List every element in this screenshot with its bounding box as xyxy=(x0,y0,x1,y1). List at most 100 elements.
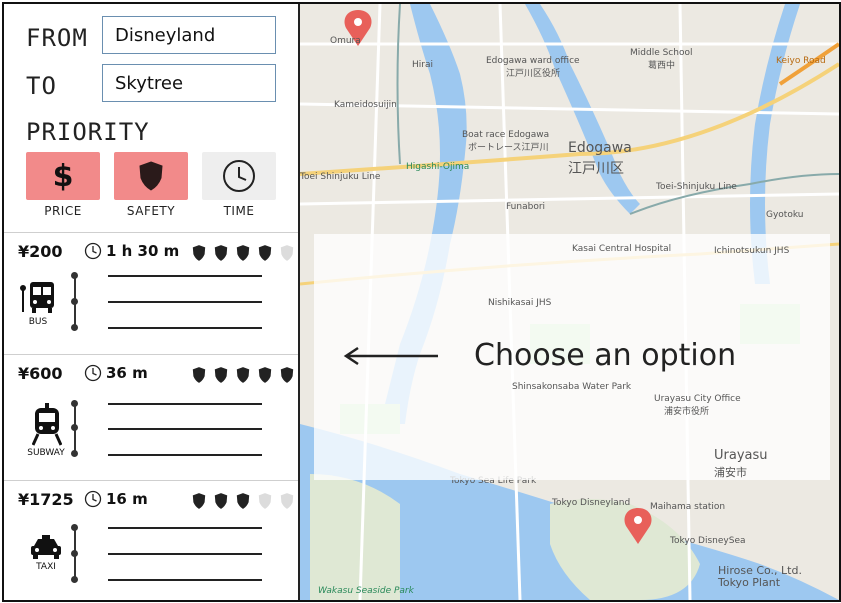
map-label: Urayasu City Office xyxy=(654,394,741,404)
safety-priority-button[interactable] xyxy=(114,152,188,200)
to-field[interactable]: Skytree xyxy=(102,64,276,102)
route-panel: FROM Disneyland TO Skytree PRIORITY $ PR… xyxy=(4,4,300,600)
safety-priority-label: SAFETY xyxy=(126,204,176,218)
option-price: ¥600 xyxy=(18,364,63,383)
map-label: ボートレース江戸川 xyxy=(468,143,549,153)
map-label: Keiyo Road xyxy=(776,56,826,66)
route-step xyxy=(108,275,262,277)
to-label: TO xyxy=(26,72,57,100)
map-label: Tokyo Disneyland xyxy=(552,498,631,508)
map-label: 浦安市 xyxy=(714,466,747,479)
clock-icon xyxy=(84,364,102,382)
clock-icon xyxy=(84,242,102,260)
map-label: Omura xyxy=(330,36,361,46)
route-step xyxy=(108,301,262,303)
map-label: Tokyo Plant xyxy=(718,576,781,589)
option-price: ¥1725 xyxy=(18,490,74,509)
map-label: Shinsakonsaba Water Park xyxy=(512,382,632,392)
map-label: Hirai xyxy=(412,60,433,70)
price-priority-label: PRICE xyxy=(44,204,82,218)
route-step xyxy=(108,579,262,581)
map-label: Maihama station xyxy=(650,502,726,512)
taxi-icon xyxy=(31,535,61,559)
option-time: 16 m xyxy=(84,490,148,508)
bus-icon xyxy=(20,282,54,313)
shield-icon xyxy=(192,367,206,383)
app-frame: FROM Disneyland TO Skytree PRIORITY $ PR… xyxy=(2,2,841,602)
priority-label: PRIORITY xyxy=(26,118,150,146)
map-label: Ichinotsukun JHS xyxy=(714,246,790,256)
divider xyxy=(4,354,298,355)
route-dot xyxy=(71,576,78,583)
map-label: Edogawa xyxy=(568,140,632,156)
option-time: 1 h 30 m xyxy=(84,242,179,260)
map-label: Toei-Shinjuku Line xyxy=(656,182,737,192)
map-label: 葛西中 xyxy=(648,61,676,71)
safety-rating xyxy=(190,492,296,510)
map-label: Higashi-Ojima xyxy=(406,162,470,172)
shield-icon xyxy=(280,245,294,261)
route-dot xyxy=(71,272,78,279)
safety-rating xyxy=(190,244,296,262)
route-step xyxy=(108,428,262,430)
price-priority-button[interactable]: $ xyxy=(26,152,100,200)
map-label: Boat race Edogawa xyxy=(462,130,550,140)
map-label: Wakasu Seaside Park xyxy=(318,586,414,596)
divider xyxy=(4,232,298,233)
shield-icon xyxy=(214,245,228,261)
route-dot xyxy=(71,424,78,431)
route-dot xyxy=(71,524,78,531)
shield-icon xyxy=(258,493,272,509)
route-step xyxy=(108,327,262,329)
route-dot xyxy=(71,450,78,457)
map-label: 浦安市役所 xyxy=(664,407,710,417)
time-priority-label: TIME xyxy=(223,204,255,218)
map-label: Urayasu xyxy=(714,448,768,463)
subway-icon xyxy=(32,403,62,446)
arrow-left-icon xyxy=(343,346,438,366)
map-label: Kasai Central Hospital xyxy=(572,244,672,254)
map-label: Gyotoku xyxy=(766,210,804,220)
shield-icon xyxy=(236,367,250,383)
shield-icon xyxy=(236,245,250,261)
clock-icon xyxy=(223,160,255,192)
option-time: 36 m xyxy=(84,364,148,382)
map-label: Tokyo DisneySea xyxy=(670,536,746,546)
map-label: Edogawa ward office xyxy=(486,56,580,66)
route-dot xyxy=(71,324,78,331)
route-dot xyxy=(71,298,78,305)
dollar-icon: $ xyxy=(52,158,74,194)
shield-icon xyxy=(139,161,163,191)
from-field[interactable]: Disneyland xyxy=(102,16,276,54)
map-label: Nishikasai JHS xyxy=(488,298,552,308)
shield-icon xyxy=(214,493,228,509)
route-step xyxy=(108,454,262,456)
map-label: 江戸川区役所 xyxy=(506,69,561,79)
route-dot xyxy=(71,400,78,407)
map-label: Toei Shinjuku Line xyxy=(300,172,381,182)
route-dot xyxy=(71,550,78,557)
from-label: FROM xyxy=(26,24,88,52)
map-view[interactable]: Omura Edogawa ward office 江戸川区役所 Middle … xyxy=(300,4,839,600)
route-step xyxy=(108,403,262,405)
map-label: 江戸川区 xyxy=(568,161,624,177)
map-label: Middle School xyxy=(630,48,693,58)
shield-icon xyxy=(236,493,250,509)
choose-overlay: Kasai Central Hospital Ichinotsukun JHS … xyxy=(314,234,830,480)
mode-label: BUS xyxy=(28,317,48,327)
divider xyxy=(4,480,298,481)
mode-label: TAXI xyxy=(36,562,56,572)
safety-rating xyxy=(190,366,296,384)
shield-icon xyxy=(280,367,294,383)
clock-icon xyxy=(84,490,102,508)
map-label: Kameidosuijin xyxy=(334,100,397,110)
shield-icon xyxy=(280,493,294,509)
route-step xyxy=(108,553,262,555)
shield-icon xyxy=(258,367,272,383)
choose-prompt: Choose an option xyxy=(474,338,737,373)
mode-label: SUBWAY xyxy=(27,448,65,458)
shield-icon xyxy=(192,245,206,261)
time-priority-button[interactable] xyxy=(202,152,276,200)
shield-icon xyxy=(192,493,206,509)
shield-icon xyxy=(258,245,272,261)
